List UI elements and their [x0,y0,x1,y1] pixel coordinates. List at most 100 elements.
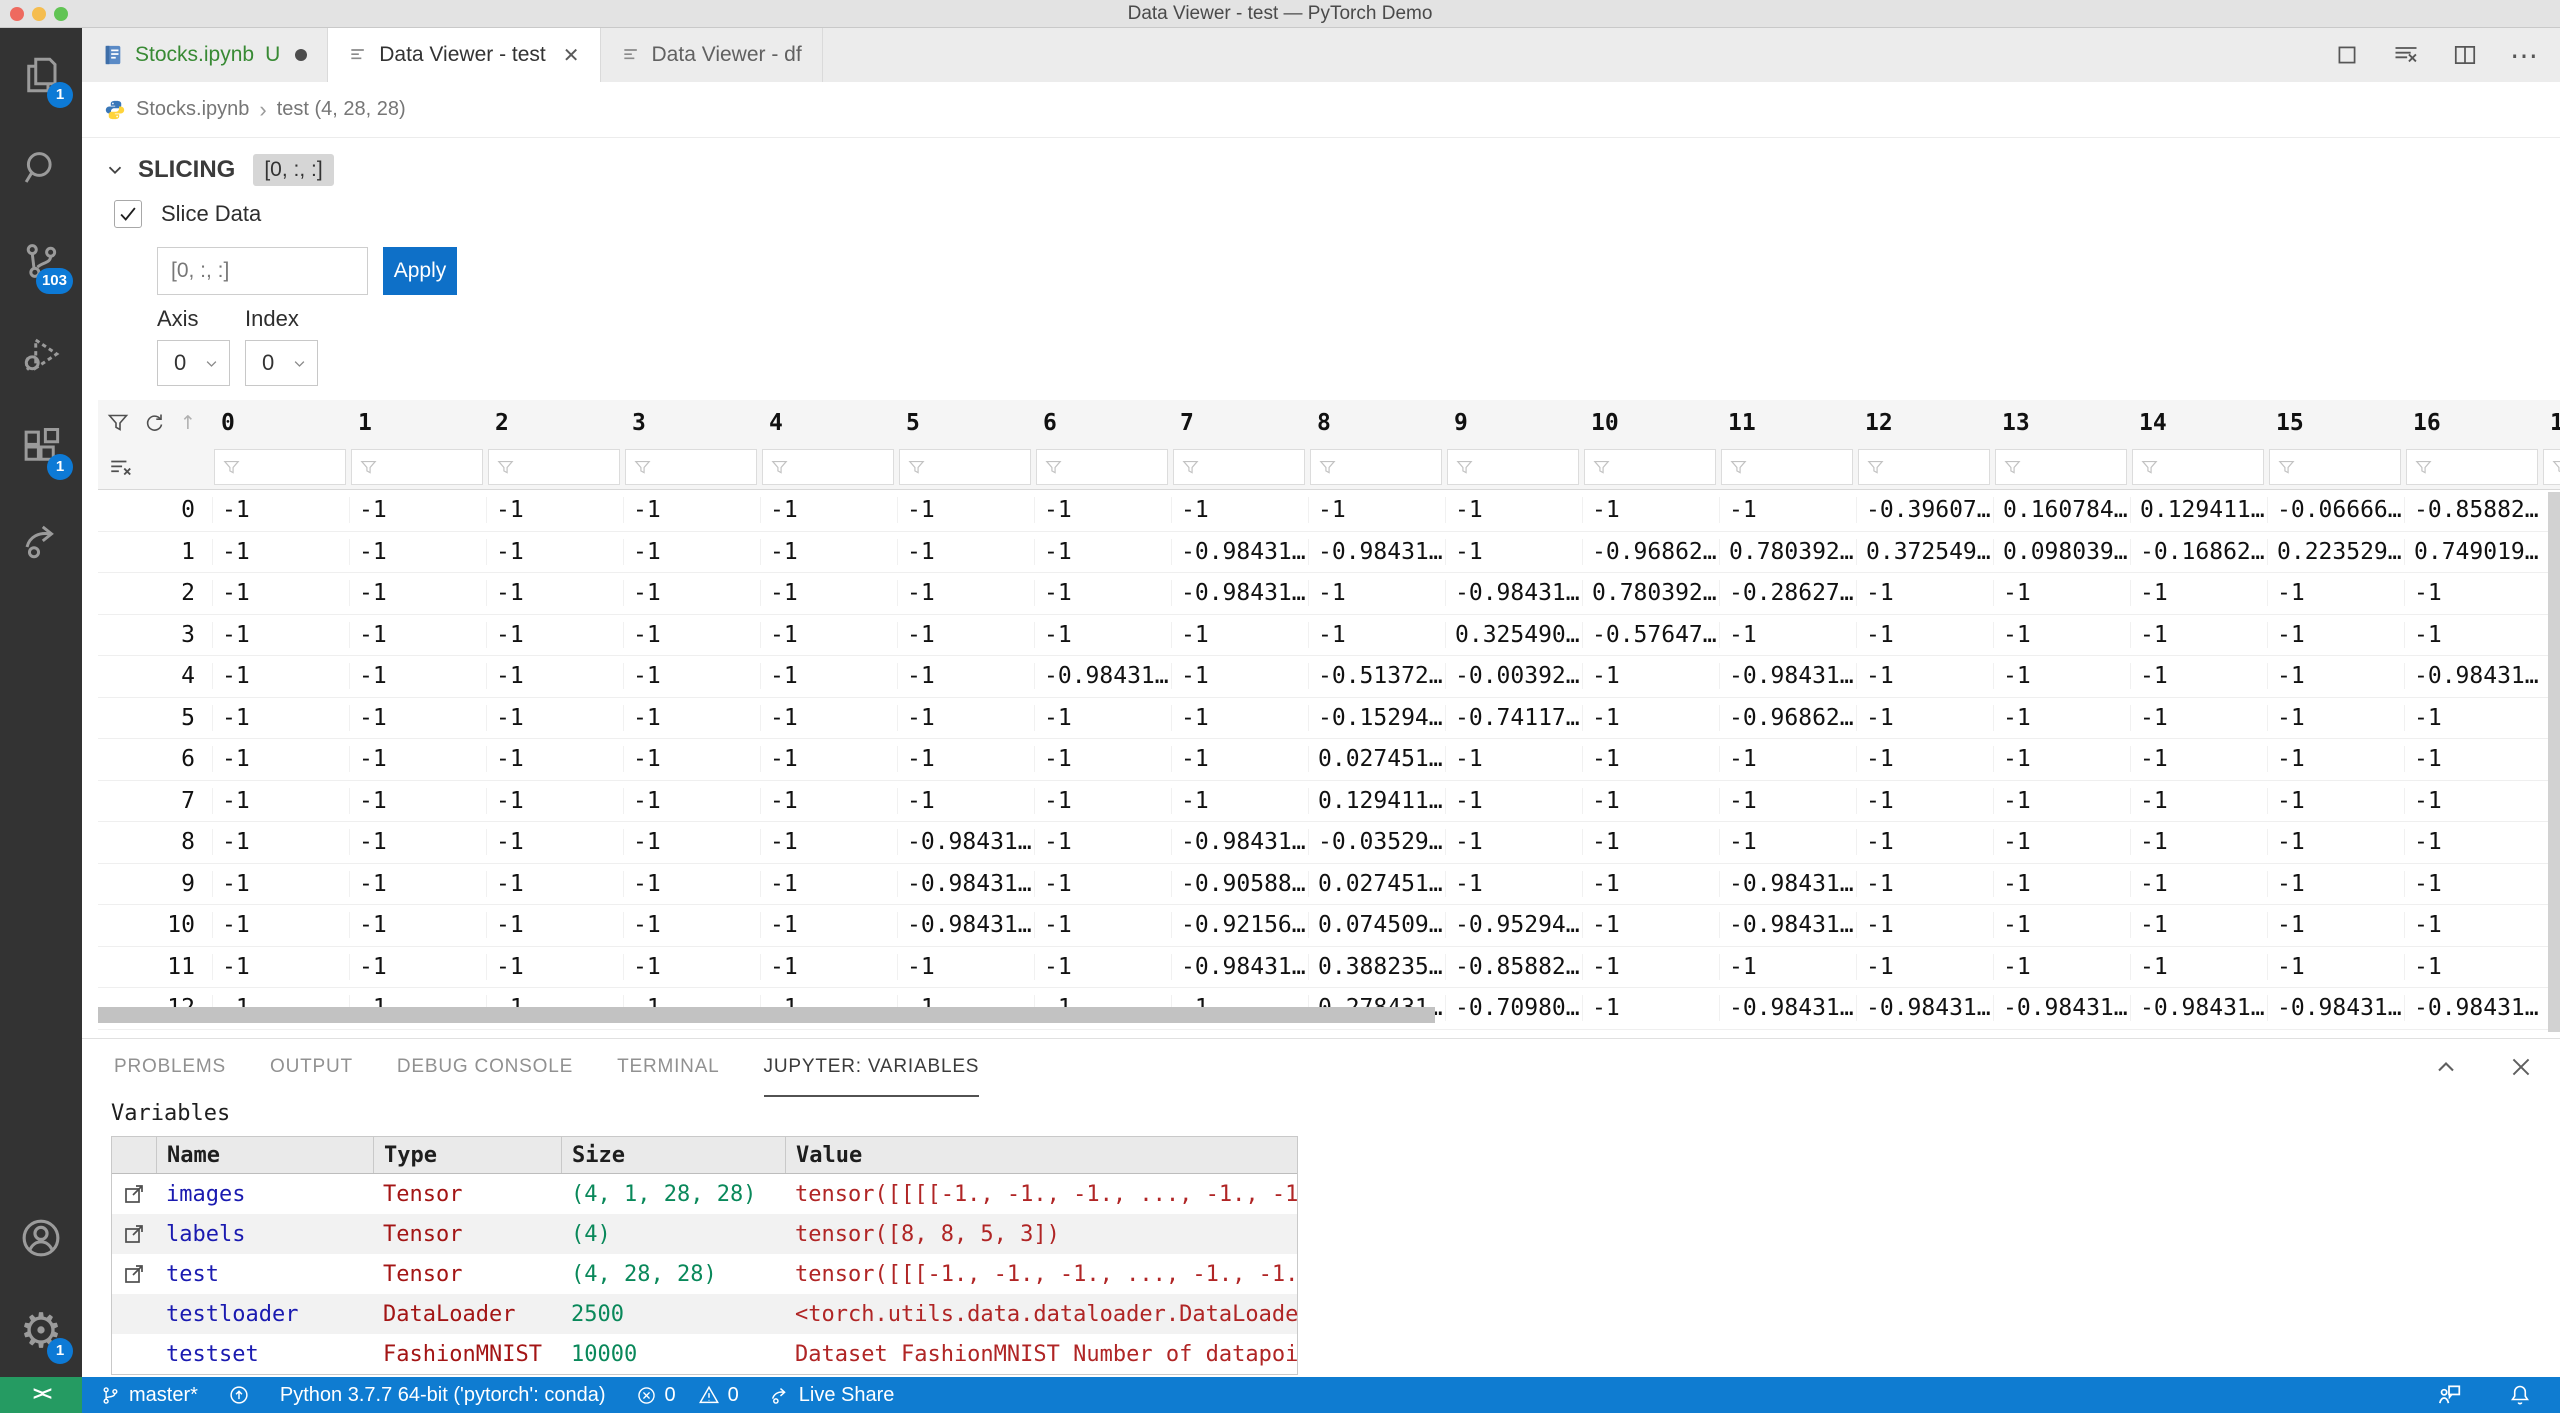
column-filter-input[interactable] [1584,449,1716,485]
table-cell[interactable]: -1 [212,912,349,938]
table-cell[interactable]: -1 [2267,746,2404,772]
table-cell[interactable]: -1 [760,663,897,689]
table-cell[interactable]: -0.98431… [2130,995,2267,1021]
table-cell[interactable]: -1 [897,539,1034,565]
table-cell[interactable]: -1 [1993,622,2130,648]
table-cell[interactable]: -0.39607… [1856,497,1993,523]
table-cell[interactable]: 0.388235… [1308,954,1445,980]
table-cell[interactable]: -1 [1993,912,2130,938]
table-cell[interactable]: -0.51372… [1308,663,1445,689]
table-cell[interactable]: 0.223529… [2267,539,2404,565]
column-header[interactable]: 5 [897,410,1034,436]
table-cell[interactable]: -0.98431… [2267,995,2404,1021]
table-cell[interactable]: -1 [760,871,897,897]
table-cell[interactable]: -1 [1993,663,2130,689]
table-cell[interactable]: -1 [212,746,349,772]
table-cell[interactable]: -1 [1171,705,1308,731]
table-cell[interactable]: -1 [1034,746,1171,772]
tab-stocks-ipynb[interactable]: Stocks.ipynb U [82,28,328,82]
table-cell[interactable]: -1 [623,705,760,731]
table-cell[interactable]: -1 [2130,912,2267,938]
table-cell[interactable]: -1 [1856,705,1993,731]
breadcrumb-item[interactable]: test (4, 28, 28) [277,98,406,121]
table-cell[interactable]: -1 [486,829,623,855]
table-cell[interactable]: -1 [1719,788,1856,814]
table-cell[interactable]: -0.98431… [897,829,1034,855]
variables-header-value[interactable]: Value [785,1137,1299,1173]
variable-row[interactable]: labelsTensor(4)tensor([8, 8, 5, 3]) [112,1214,1297,1254]
table-cell[interactable]: -1 [349,746,486,772]
refresh-icon[interactable] [143,411,167,435]
table-cell[interactable]: -1 [1582,829,1719,855]
panel-tab-jupyter-variables[interactable]: JUPYTER: VARIABLES [764,1039,980,1097]
table-cell[interactable]: -1 [2404,954,2541,980]
table-cell[interactable]: -0.98431… [1993,995,2130,1021]
sidebar-item-settings[interactable]: ⚙ 1 [0,1284,82,1377]
table-cell[interactable]: -1 [2267,829,2404,855]
table-cell[interactable]: -1 [1856,829,1993,855]
column-filter-input[interactable] [488,449,620,485]
table-cell[interactable]: -0.98431… [2404,995,2541,1021]
table-cell[interactable]: -1 [2404,871,2541,897]
filter-funnel-icon[interactable] [106,411,130,435]
table-cell[interactable]: -1 [2267,580,2404,606]
table-cell[interactable]: -1 [2404,829,2541,855]
table-cell[interactable]: -1 [486,746,623,772]
table-cell[interactable]: -1 [1856,622,1993,648]
zoom-window-button[interactable] [54,7,68,21]
table-cell[interactable]: -1 [1856,663,1993,689]
sidebar-item-extensions[interactable]: 1 [0,400,82,493]
table-cell[interactable]: -0.98431… [1308,539,1445,565]
table-cell[interactable]: -1 [1445,788,1582,814]
column-filter-input[interactable] [1858,449,1990,485]
table-cell[interactable]: -1 [1856,580,1993,606]
table-cell[interactable]: -0.98431… [1171,954,1308,980]
table-cell[interactable]: -1 [212,954,349,980]
table-cell[interactable]: -1 [623,829,760,855]
table-cell[interactable]: -0.96862… [1582,539,1719,565]
panel-tab-problems[interactable]: PROBLEMS [114,1039,226,1097]
table-cell[interactable]: -1 [1308,622,1445,648]
column-header[interactable]: 1 [349,410,486,436]
table-cell[interactable]: -1 [1034,497,1171,523]
table-cell[interactable]: -1 [2130,871,2267,897]
table-cell[interactable]: -1 [1856,912,1993,938]
table-cell[interactable]: -1 [1856,954,1993,980]
table-cell[interactable]: -1 [1993,746,2130,772]
table-cell[interactable]: -1 [349,622,486,648]
table-cell[interactable]: -1 [349,954,486,980]
slice-data-checkbox[interactable] [114,200,142,228]
table-cell[interactable]: -1 [1034,912,1171,938]
table-cell[interactable]: -1 [212,622,349,648]
table-cell[interactable]: -1 [2130,663,2267,689]
table-cell[interactable]: -1 [1171,788,1308,814]
table-cell[interactable]: -0.00392… [1445,663,1582,689]
clear-list-icon[interactable] [2392,41,2420,69]
table-cell[interactable]: -1 [897,663,1034,689]
table-cell[interactable]: -0.98431… [1171,580,1308,606]
column-header[interactable]: 2 [486,410,623,436]
table-cell[interactable]: -1 [1582,663,1719,689]
table-cell[interactable]: 0.129411… [2130,497,2267,523]
column-header[interactable]: 10 [1582,410,1719,436]
table-cell[interactable]: -0.16862… [2130,539,2267,565]
table-cell[interactable]: -1 [897,788,1034,814]
minimize-window-button[interactable] [32,7,46,21]
table-cell[interactable]: -0.98431… [1171,829,1308,855]
variable-row[interactable]: imagesTensor(4, 1, 28, 28)tensor([[[[-1.… [112,1174,1297,1214]
column-filter-input[interactable] [1173,449,1305,485]
table-cell[interactable]: -1 [1856,746,1993,772]
table-cell[interactable]: -0.98431… [1719,663,1856,689]
table-cell[interactable]: -0.98431… [1445,580,1582,606]
table-cell[interactable]: -1 [2404,788,2541,814]
table-cell[interactable]: -1 [760,788,897,814]
table-cell[interactable]: -1 [349,539,486,565]
column-header[interactable]: 14 [2130,410,2267,436]
table-cell[interactable]: -1 [1445,871,1582,897]
table-cell[interactable]: -1 [623,663,760,689]
table-cell[interactable]: -1 [1582,954,1719,980]
table-cell[interactable]: 0.372549… [1856,539,1993,565]
column-header[interactable]: 12 [1856,410,1993,436]
table-cell[interactable]: -1 [212,829,349,855]
variable-row[interactable]: testloaderDataLoader2500<torch.utils.dat… [112,1294,1297,1334]
